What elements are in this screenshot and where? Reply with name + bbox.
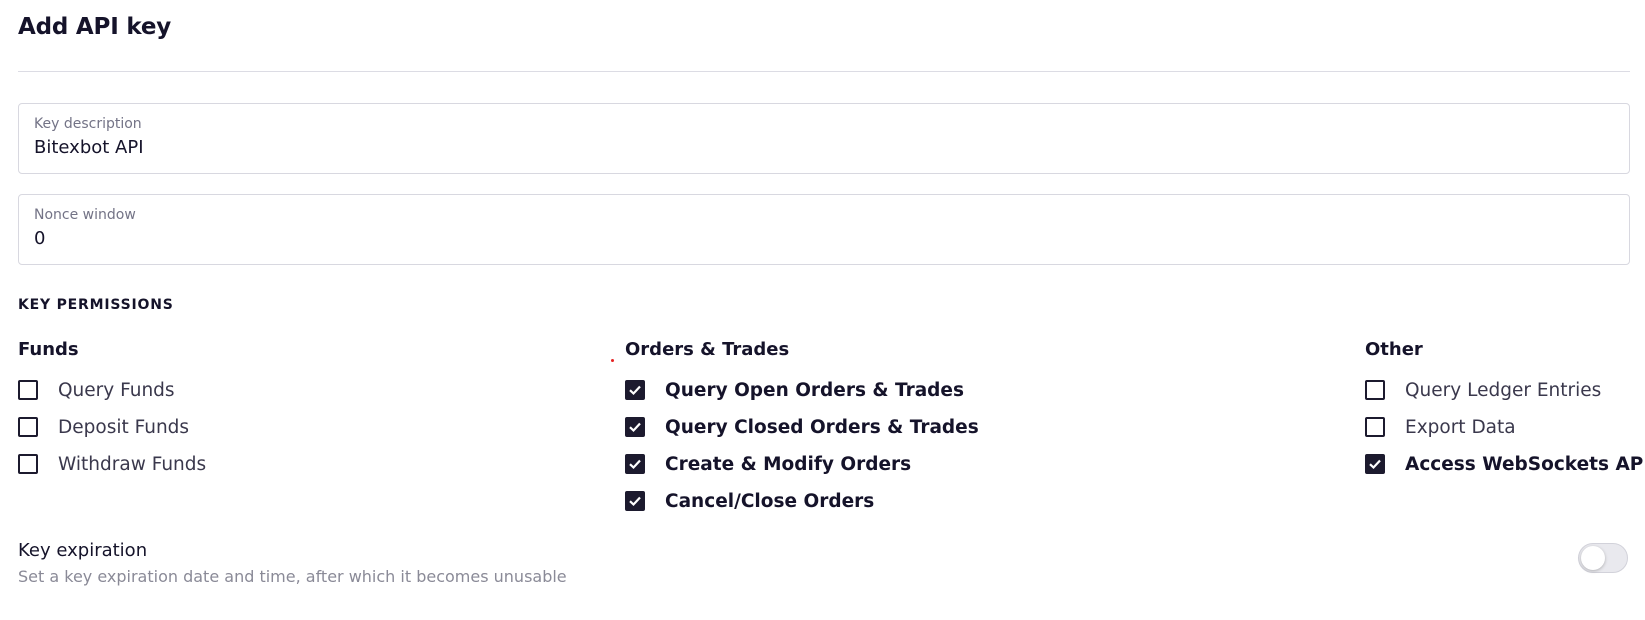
perm-label: Query Funds — [58, 379, 175, 401]
checkbox[interactable] — [625, 454, 645, 474]
marker-dot — [611, 359, 614, 362]
key-expiration-subtitle: Set a key expiration date and time, afte… — [18, 567, 567, 586]
header-divider — [18, 71, 1630, 72]
perm-query-closed-orders[interactable]: Query Closed Orders & Trades — [625, 415, 979, 439]
add-api-key-page: Add API key Key description Bitexbot API… — [0, 0, 1645, 620]
perm-label: Query Closed Orders & Trades — [665, 416, 979, 438]
permission-group-other: Other Query Ledger Entries Export Data A… — [1365, 339, 1645, 475]
perm-label: Create & Modify Orders — [665, 453, 912, 475]
check-icon — [629, 385, 641, 396]
perm-label: Query Open Orders & Trades — [665, 379, 964, 401]
perm-label: Cancel/Close Orders — [665, 490, 875, 512]
perm-label: Export Data — [1405, 416, 1516, 438]
check-icon — [629, 496, 641, 507]
permission-group-orders-trades: Orders & Trades Query Open Orders & Trad… — [625, 339, 979, 512]
checkbox[interactable] — [1365, 380, 1385, 400]
perm-withdraw-funds[interactable]: Withdraw Funds — [18, 452, 206, 476]
checkbox[interactable] — [1365, 454, 1385, 474]
perm-label: Query Ledger Entries — [1405, 379, 1602, 401]
group-title-orders-trades: Orders & Trades — [625, 339, 790, 360]
nonce-window-input[interactable]: 0 — [34, 228, 45, 249]
group-title-other: Other — [1365, 339, 1423, 360]
perm-query-open-orders[interactable]: Query Open Orders & Trades — [625, 378, 964, 402]
perm-label: Deposit Funds — [58, 416, 190, 438]
perm-deposit-funds[interactable]: Deposit Funds — [18, 415, 189, 439]
checkbox[interactable] — [18, 380, 38, 400]
check-icon — [1369, 459, 1381, 470]
key-description-label: Key description — [34, 116, 142, 132]
key-expiration-toggle[interactable] — [1578, 543, 1628, 573]
key-description-field[interactable]: Key description Bitexbot API — [18, 103, 1630, 174]
perm-create-modify-orders[interactable]: Create & Modify Orders — [625, 452, 911, 476]
checkbox[interactable] — [625, 417, 645, 437]
checkbox[interactable] — [625, 491, 645, 511]
perm-query-ledger-entries[interactable]: Query Ledger Entries — [1365, 378, 1601, 402]
checkbox[interactable] — [18, 454, 38, 474]
perm-label: Access WebSockets API — [1405, 453, 1645, 475]
page-title: Add API key — [18, 14, 172, 40]
perm-export-data[interactable]: Export Data — [1365, 415, 1516, 439]
checkbox[interactable] — [18, 417, 38, 437]
perm-query-funds[interactable]: Query Funds — [18, 378, 175, 402]
group-title-funds: Funds — [18, 339, 79, 360]
nonce-window-label: Nonce window — [34, 207, 136, 223]
perm-access-websockets-api[interactable]: Access WebSockets API — [1365, 452, 1645, 476]
checkbox[interactable] — [625, 380, 645, 400]
permission-group-funds: Funds Query Funds Deposit Funds Withdraw… — [18, 339, 206, 475]
key-expiration-title: Key expiration — [18, 540, 148, 561]
perm-label: Withdraw Funds — [58, 453, 207, 475]
check-icon — [629, 422, 641, 433]
toggle-knob — [1581, 546, 1605, 570]
key-permissions-heading: KEY PERMISSIONS — [18, 297, 174, 313]
checkbox[interactable] — [1365, 417, 1385, 437]
key-description-input[interactable]: Bitexbot API — [34, 137, 144, 158]
check-icon — [629, 459, 641, 470]
nonce-window-field[interactable]: Nonce window 0 — [18, 194, 1630, 265]
perm-cancel-close-orders[interactable]: Cancel/Close Orders — [625, 489, 874, 513]
